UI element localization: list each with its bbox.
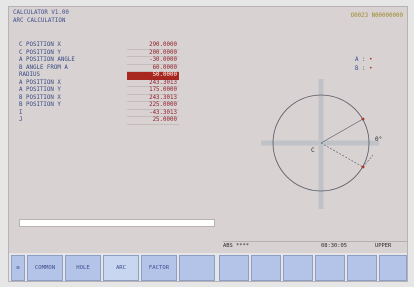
radius-line-a bbox=[320, 118, 364, 144]
softkey-empty[interactable] bbox=[283, 255, 313, 281]
param-label: B POSITION Y bbox=[19, 102, 61, 108]
status-mode: ABS **** bbox=[223, 243, 249, 249]
angle-guide bbox=[362, 154, 374, 168]
param-value[interactable]: -43.3013 bbox=[127, 109, 179, 117]
status-time: 08:30:05 bbox=[321, 243, 347, 249]
softkey-bar: ≡ COMMON HOLE ARC FACTOR bbox=[9, 253, 407, 281]
softkey-empty[interactable] bbox=[219, 255, 249, 281]
arc-diagram: C 0° bbox=[261, 79, 382, 209]
param-value[interactable]: 243.3013 bbox=[127, 79, 179, 87]
param-row-a-position-x[interactable]: A POSITION X 243.3013 bbox=[19, 79, 181, 87]
param-value-selected[interactable]: 50.0000 bbox=[127, 72, 179, 80]
center-label: C bbox=[311, 147, 315, 154]
param-label: RADIUS bbox=[19, 72, 40, 78]
param-row-b-angle-from-a[interactable]: B ANGLE FROM A 60.0000 bbox=[19, 64, 181, 72]
legend-a-label: A : bbox=[355, 57, 366, 63]
param-label: A POSITION ANGLE bbox=[19, 57, 75, 63]
param-row-i[interactable]: I -43.3013 bbox=[19, 109, 181, 117]
screen-subtitle: ARC CALCULATION bbox=[13, 18, 66, 24]
angle-label: 0° bbox=[375, 136, 382, 143]
param-value[interactable]: 225.0000 bbox=[127, 102, 179, 110]
param-label: A POSITION X bbox=[19, 79, 61, 86]
app-title: CALCULATOR V1.00 bbox=[13, 10, 69, 16]
param-value[interactable]: 290.0000 bbox=[127, 42, 179, 50]
param-label: I bbox=[19, 109, 23, 116]
param-label: C POSITION Y bbox=[19, 49, 61, 56]
param-value[interactable]: 25.0000 bbox=[127, 117, 179, 125]
red-dot-icon: • bbox=[368, 66, 373, 72]
softkey-empty[interactable] bbox=[379, 255, 407, 281]
param-value[interactable]: -30.0000 bbox=[127, 57, 179, 65]
status-case: UPPER bbox=[375, 243, 392, 249]
program-number: O0023 N00000000 bbox=[350, 13, 403, 19]
radius-line-b bbox=[320, 142, 364, 168]
legend-a: A : • bbox=[355, 57, 372, 64]
menu-icon[interactable]: ≡ bbox=[11, 255, 25, 281]
param-row-b-position-x[interactable]: B POSITION X 243.3013 bbox=[19, 94, 181, 102]
param-row-b-position-y[interactable]: B POSITION Y 225.0000 bbox=[19, 102, 181, 110]
param-row-c-position-x[interactable]: C POSITION X 290.0000 bbox=[19, 42, 181, 50]
param-label: B ANGLE FROM A bbox=[19, 64, 68, 71]
softkey-factor[interactable]: FACTOR bbox=[141, 255, 177, 281]
param-label: A POSITION Y bbox=[19, 87, 61, 93]
param-label: J bbox=[19, 117, 23, 123]
parameter-list: C POSITION X 290.0000 C POSITION Y 200.0… bbox=[19, 42, 181, 125]
param-value[interactable]: 60.0000 bbox=[127, 64, 179, 72]
softkey-arc[interactable]: ARC bbox=[103, 255, 139, 281]
red-dot-icon: • bbox=[368, 57, 373, 63]
point-a-marker bbox=[361, 117, 365, 121]
param-label: B POSITION X bbox=[19, 94, 61, 101]
legend-b: B : • bbox=[355, 66, 372, 73]
param-value[interactable]: 175.0000 bbox=[127, 87, 179, 95]
param-label: C POSITION X bbox=[19, 42, 61, 48]
param-row-a-position-angle[interactable]: A POSITION ANGLE -30.0000 bbox=[19, 57, 181, 65]
softkey-empty[interactable] bbox=[315, 255, 345, 281]
param-row-j[interactable]: J 25.0000 bbox=[19, 117, 181, 125]
status-line: ABS **** 08:30:05 UPPER bbox=[223, 241, 407, 250]
param-row-radius[interactable]: RADIUS 50.0000 bbox=[19, 72, 181, 80]
softkey-empty[interactable] bbox=[251, 255, 281, 281]
param-value[interactable]: 243.3013 bbox=[127, 94, 179, 102]
softkey-common[interactable]: COMMON bbox=[27, 255, 63, 281]
key-input-buffer[interactable] bbox=[19, 219, 215, 227]
cnc-screen: CALCULATOR V1.00 ARC CALCULATION O0023 N… bbox=[8, 6, 408, 282]
param-row-c-position-y[interactable]: C POSITION Y 200.0000 bbox=[19, 49, 181, 57]
legend-b-label: B : bbox=[355, 66, 366, 72]
softkey-hole[interactable]: HOLE bbox=[65, 255, 101, 281]
param-row-a-position-y[interactable]: A POSITION Y 175.0000 bbox=[19, 87, 181, 95]
point-b-marker bbox=[361, 165, 365, 169]
param-value[interactable]: 200.0000 bbox=[127, 49, 179, 57]
softkey-empty[interactable] bbox=[347, 255, 377, 281]
softkey-empty[interactable] bbox=[179, 255, 215, 281]
